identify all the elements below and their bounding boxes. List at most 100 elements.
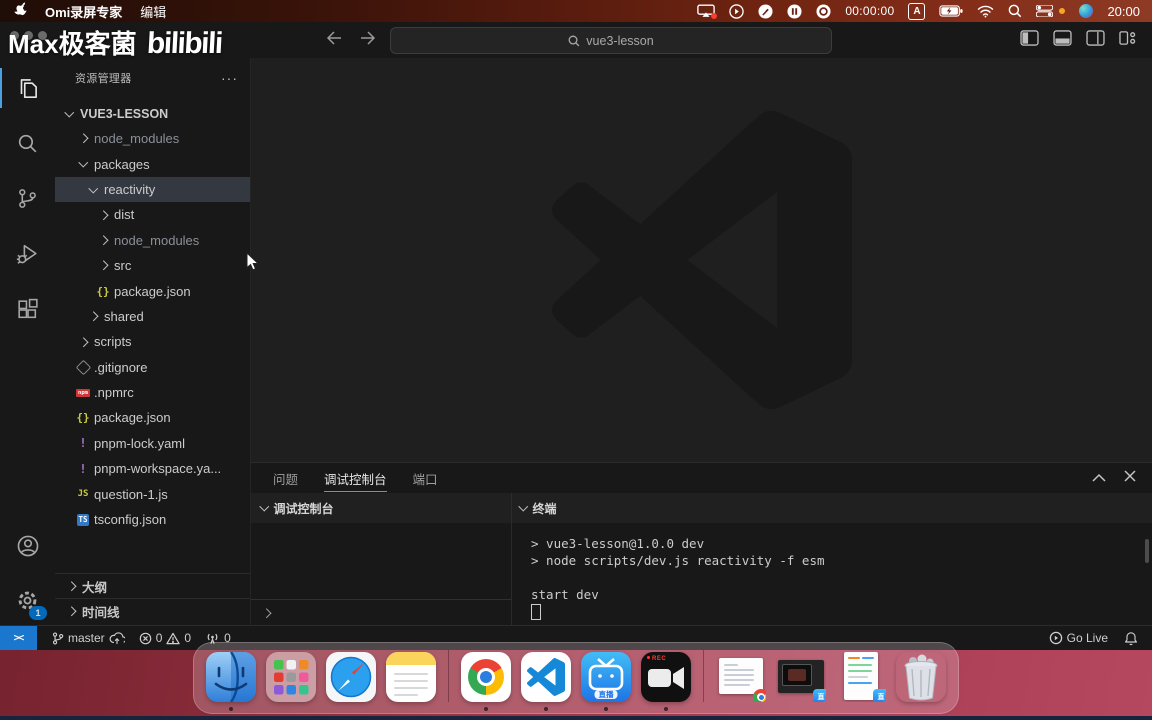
play-circle-icon[interactable] xyxy=(729,3,745,19)
window-minimize-button[interactable] xyxy=(24,31,33,40)
menubar-edit-menu[interactable]: 编辑 xyxy=(140,2,166,21)
dock-item-minimized-live-window[interactable]: 直 xyxy=(776,652,826,702)
dock-item-notes[interactable] xyxy=(386,652,436,702)
dock-item-minimized-chrome-window[interactable] xyxy=(716,652,766,702)
terminal-line: start dev xyxy=(531,587,599,602)
run-and-debug-icon[interactable] xyxy=(0,231,55,275)
screen-mirroring-icon[interactable] xyxy=(697,4,718,19)
dock-item-chrome[interactable] xyxy=(461,652,511,702)
terminal-section-header[interactable]: 终端 xyxy=(512,493,1152,523)
tree-item-label: dist xyxy=(114,207,135,223)
tree-item-nodemodules[interactable]: node_modules xyxy=(55,228,250,253)
source-control-icon[interactable] xyxy=(0,176,55,220)
tree-item-scripts[interactable]: scripts xyxy=(55,329,250,354)
tree-item-question-1.js[interactable]: JS question-1.js xyxy=(55,481,250,506)
tree-item-nodemodules[interactable]: node_modules xyxy=(55,126,250,151)
wifi-icon[interactable] xyxy=(977,5,994,18)
nav-back-button[interactable] xyxy=(326,30,342,50)
dock-item-minimized-notes-window[interactable]: 直 xyxy=(836,652,886,702)
terminal-line: > node scripts/dev.js reactivity -f esm xyxy=(531,553,825,568)
tree-item-dist[interactable]: dist xyxy=(55,202,250,227)
extensions-icon[interactable] xyxy=(0,287,55,331)
tree-item-label: node_modules xyxy=(94,131,180,147)
menubar-clock[interactable]: 20:00 xyxy=(1107,4,1140,19)
window-close-button[interactable] xyxy=(10,31,19,40)
tree-item-label: .npmrc xyxy=(94,385,134,401)
nav-forward-button[interactable] xyxy=(360,30,376,50)
debug-console-section-header[interactable]: 调试控制台 xyxy=(251,493,511,523)
tree-root-folder[interactable]: VUE3-LESSON xyxy=(55,101,250,126)
tree-item-tsconfig.json[interactable]: TS tsconfig.json xyxy=(55,507,250,532)
siri-icon[interactable] xyxy=(1079,4,1094,18)
explorer-icon[interactable] xyxy=(0,66,55,110)
dock-item-launchpad[interactable] xyxy=(266,652,316,702)
chevron-right-icon xyxy=(88,311,98,322)
settings-gear-icon[interactable]: 1 xyxy=(0,578,55,622)
remote-indicator[interactable]: >< xyxy=(0,626,37,650)
control-center-icon[interactable] xyxy=(1036,5,1054,17)
debug-console-input[interactable] xyxy=(251,599,511,626)
draw-circle-icon[interactable] xyxy=(758,3,773,19)
record-circle-icon[interactable] xyxy=(816,3,831,19)
window-zoom-button[interactable] xyxy=(38,31,47,40)
terminal-output[interactable]: > vue3-lesson@1.0.0 dev > node scripts/de… xyxy=(531,535,1142,620)
notifications-bell-icon[interactable] xyxy=(1124,631,1138,646)
toggle-sidebar-icon[interactable] xyxy=(1020,29,1039,51)
tree-item-.gitignore[interactable]: .gitignore xyxy=(55,355,250,380)
toggle-secondary-sidebar-icon[interactable] xyxy=(1086,29,1105,51)
tree-item-packages[interactable]: packages xyxy=(55,151,250,176)
tree-item-reactivity[interactable]: reactivity xyxy=(55,176,250,203)
dock-item-trash-full[interactable] xyxy=(896,652,946,702)
terminal-scrollbar[interactable] xyxy=(1145,539,1149,563)
customize-layout-icon[interactable] xyxy=(1119,30,1136,51)
command-center-search[interactable]: vue3-lesson xyxy=(390,27,832,54)
account-icon[interactable] xyxy=(0,524,55,568)
terminal-header-label: 终端 xyxy=(532,501,557,516)
outline-section[interactable]: 大纲 xyxy=(55,573,250,599)
timeline-label: 时间线 xyxy=(82,606,120,620)
dock-item-finder[interactable] xyxy=(206,652,256,702)
desktop-edge xyxy=(0,716,1152,720)
toggle-panel-icon[interactable] xyxy=(1053,29,1072,51)
chrome-icon xyxy=(461,652,511,702)
pause-circle-icon[interactable] xyxy=(787,3,802,19)
panel-tab-ports[interactable]: 端口 xyxy=(413,463,438,493)
dock-item-safari[interactable] xyxy=(326,652,376,702)
input-method-icon[interactable]: A xyxy=(908,2,926,20)
tree-item-label: .gitignore xyxy=(94,359,148,375)
tree-item-package.json[interactable]: {} package.json xyxy=(55,278,250,303)
panel-tab-problems[interactable]: 问题 xyxy=(273,463,298,493)
timeline-section[interactable]: 时间线 xyxy=(55,598,250,624)
git-branch-item[interactable]: master xyxy=(51,631,125,646)
tree-item-label: reactivity xyxy=(104,181,156,197)
panel-tab-debug-console[interactable]: 调试控制台 xyxy=(324,463,387,493)
menubar-app-name[interactable]: Omi录屏专家 xyxy=(45,2,122,21)
battery-icon[interactable] xyxy=(939,5,963,17)
panel-maximize-icon[interactable] xyxy=(1092,469,1106,487)
apple-menu-icon[interactable] xyxy=(14,2,27,20)
tree-item-label: src xyxy=(114,258,132,274)
tree-item-.npmrc[interactable]: npm .npmrc xyxy=(55,380,250,405)
tree-item-shared[interactable]: shared xyxy=(55,304,250,329)
tree-item-package.json[interactable]: {} package.json xyxy=(55,405,250,430)
problems-item[interactable]: 0 0 xyxy=(139,631,191,645)
tree-item-pnpm-workspace.ya...[interactable]: ! pnpm-workspace.ya... xyxy=(55,456,250,481)
dock-item-bilibili-live[interactable]: 直播 xyxy=(581,652,631,702)
tree-item-pnpm-lock.yaml[interactable]: ! pnpm-lock.yaml xyxy=(55,431,250,456)
panel-close-icon[interactable] xyxy=(1124,469,1136,487)
go-live-label: Go Live xyxy=(1066,631,1108,645)
search-value: vue3-lesson xyxy=(586,33,654,48)
editor-empty-area[interactable] xyxy=(251,58,1152,462)
dock-item-vscode[interactable] xyxy=(521,652,571,702)
trash-full-icon xyxy=(896,652,946,702)
minimized-live-window-icon: 直 xyxy=(776,652,826,702)
go-live-item[interactable]: Go Live xyxy=(1049,631,1108,645)
tree-item-src[interactable]: src xyxy=(55,253,250,278)
recording-timer: 00:00:00 xyxy=(845,4,895,18)
tree-item-label: pnpm-lock.yaml xyxy=(94,435,186,451)
spotlight-search-icon[interactable] xyxy=(1008,4,1022,18)
tree-item-label: package.json xyxy=(114,283,191,299)
search-icon[interactable] xyxy=(0,121,55,165)
explorer-more-actions-icon[interactable]: ··· xyxy=(221,71,238,85)
dock-item-screen-recorder[interactable]: REC xyxy=(641,652,691,702)
